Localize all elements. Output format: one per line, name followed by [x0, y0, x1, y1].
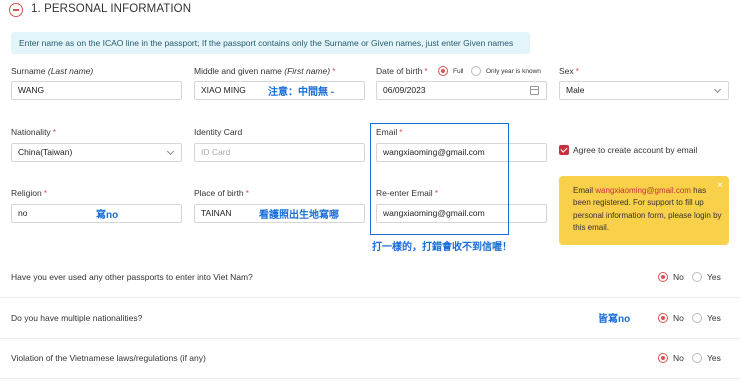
identity-card-input[interactable]: ID Card — [194, 143, 365, 162]
email-registered-alert: Email wangxiaoming@gmail.com has been re… — [559, 176, 729, 245]
dob-input[interactable]: 06/09/2023 — [376, 81, 547, 100]
section-header[interactable]: 1. PERSONAL INFORMATION — [0, 0, 740, 24]
question-violation-yes-radio[interactable] — [692, 353, 702, 363]
divider — [0, 338, 740, 339]
chevron-down-icon — [166, 147, 175, 156]
question-multiple-nationalities-no-label: No — [673, 313, 684, 323]
nationality-label: Nationality * — [11, 127, 56, 137]
question-multiple-nationalities-yes-label: Yes — [707, 313, 721, 323]
dob-year-label: Only year is known — [486, 68, 541, 75]
question-other-passports: Have you ever used any other passports t… — [11, 272, 253, 282]
surname-input[interactable]: WANG — [11, 81, 182, 100]
religion-label: Religion * — [11, 188, 48, 198]
nationality-select[interactable]: China(Taiwan) — [11, 143, 182, 162]
question-multiple-nationalities: Do you have multiple nationalities? — [11, 313, 143, 323]
close-icon[interactable]: × — [717, 180, 723, 192]
dob-year-radio[interactable] — [471, 66, 481, 76]
question-multiple-nationalities-yes-radio[interactable] — [692, 313, 702, 323]
sex-label: Sex * — [559, 66, 579, 76]
dob-label: Date of birth * — [376, 66, 428, 76]
question-violation: Violation of the Vietnamese laws/regulat… — [11, 353, 206, 363]
question-other-passports-no-label: No — [673, 272, 684, 282]
place-of-birth-label: Place of birth * — [194, 188, 249, 198]
question-violation-no-label: No — [673, 353, 684, 363]
section-title: 1. PERSONAL INFORMATION — [31, 3, 192, 15]
place-of-birth-annotation: 看護照出生地寫哪 — [259, 210, 339, 221]
question-violation-yes-label: Yes — [707, 353, 721, 363]
collapse-icon[interactable] — [9, 3, 23, 17]
given-name-annotation: 注意：中間無 - — [268, 87, 335, 98]
questions-annotation: 皆寫no — [598, 314, 631, 325]
question-other-passports-yes-radio[interactable] — [692, 272, 702, 282]
agree-checkbox[interactable] — [559, 145, 569, 155]
surname-label: Surname (Last name) — [11, 66, 94, 76]
religion-annotation: 寫no — [96, 210, 119, 221]
email-annotation: 打一樣的，打錯會收不到信喔！ — [372, 242, 512, 253]
dob-full-radio[interactable] — [438, 66, 448, 76]
question-other-passports-yes-label: Yes — [707, 272, 721, 282]
divider — [0, 378, 740, 379]
divider — [0, 297, 740, 298]
question-violation-no-radio[interactable] — [658, 353, 668, 363]
dob-full-label: Full — [453, 68, 464, 75]
question-multiple-nationalities-no-radio[interactable] — [658, 313, 668, 323]
email-highlight-box — [370, 123, 509, 235]
given-name-label: Middle and given name (First name) * — [194, 66, 336, 76]
agree-label: Agree to create account by email — [573, 145, 698, 155]
sex-select[interactable]: Male — [559, 81, 729, 100]
calendar-icon[interactable] — [530, 86, 539, 95]
identity-card-label: Identity Card — [194, 127, 243, 137]
chevron-down-icon — [713, 85, 722, 94]
question-other-passports-no-radio[interactable] — [658, 272, 668, 282]
notice-banner: Enter name as on the ICAO line in the pa… — [11, 32, 530, 54]
